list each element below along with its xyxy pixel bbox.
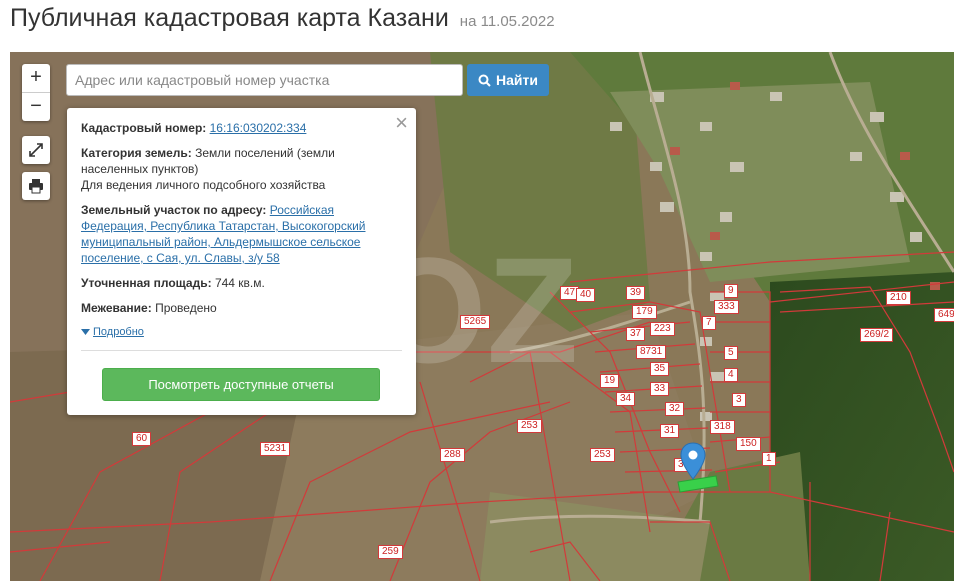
parcel-label: 318 — [710, 420, 735, 434]
parcel-label: 39 — [626, 286, 646, 300]
search-button-label: Найти — [496, 72, 538, 88]
cadastral-number-link[interactable]: 16:16:030202:334 — [210, 121, 307, 135]
parcel-label: 150 — [736, 437, 761, 451]
zoom-in-button[interactable]: + — [22, 64, 50, 92]
fullscreen-button[interactable] — [22, 136, 50, 164]
search-button[interactable]: Найти — [467, 64, 549, 96]
survey-row: Межевание: Проведено — [81, 300, 402, 316]
area-label: Уточненная площадь: — [81, 276, 212, 290]
print-button[interactable] — [22, 172, 50, 200]
view-reports-button[interactable]: Посмотреть доступные отчеты — [102, 368, 380, 401]
parcel-label: 9 — [724, 284, 738, 298]
title-text: Публичная кадастровая карта Казани — [10, 4, 449, 32]
survey-value: Проведено — [155, 301, 217, 315]
parcel-label: 6491 — [934, 308, 954, 322]
parcel-label: 34 — [616, 392, 636, 406]
parcel-label: 3 — [732, 393, 746, 407]
land-category-row: Категория земель: Земли поселений (земли… — [81, 145, 402, 193]
print-icon — [29, 179, 43, 194]
parcel-label: 35 — [650, 362, 670, 376]
parcel-label: 288 — [440, 448, 465, 462]
parcel-label: 253 — [590, 448, 615, 462]
parcel-label: 31 — [660, 424, 680, 438]
parcel-label: 223 — [650, 322, 675, 336]
parcel-label: 60 — [132, 432, 152, 446]
popup-divider — [81, 350, 402, 351]
map-pin-icon[interactable] — [680, 442, 706, 480]
parcel-label: 179 — [632, 305, 657, 319]
search-icon — [478, 74, 491, 87]
parcel-label: 7 — [702, 316, 716, 330]
close-icon[interactable]: × — [395, 112, 408, 134]
parcel-label: 253 — [517, 419, 542, 433]
land-usage-value: Для ведения личного подсобного хозяйства — [81, 178, 326, 192]
survey-label: Межевание: — [81, 301, 152, 315]
details-link[interactable]: Подробно — [81, 324, 402, 340]
title-date: на 11.05.2022 — [459, 13, 555, 30]
triangle-down-icon — [81, 329, 90, 335]
parcel-label: 5231 — [260, 442, 291, 456]
parcel-info-popup: × Кадастровый номер: 16:16:030202:334 Ка… — [67, 108, 416, 415]
parcel-label: 33 — [650, 382, 670, 396]
zoom-out-button[interactable]: − — [22, 92, 50, 121]
search-input[interactable] — [66, 64, 463, 96]
parcel-label: 269/2 — [860, 328, 894, 342]
parcel-label: 37 — [626, 327, 646, 341]
details-link-label: Подробно — [93, 326, 144, 338]
cadastral-number-label: Кадастровый номер: — [81, 121, 207, 135]
map-view[interactable]: OZ 39 179 37 223 8731 35 33 32 31 9 333 … — [10, 52, 954, 581]
parcel-label: 40 — [576, 288, 596, 302]
parcel-label: 5265 — [460, 315, 491, 329]
parcel-label: 333 — [714, 300, 739, 314]
address-row: Земельный участок по адресу: Российская … — [81, 202, 402, 266]
land-category-label: Категория земель: — [81, 146, 192, 160]
expand-icon — [29, 143, 43, 157]
address-label: Земельный участок по адресу: — [81, 203, 267, 217]
parcel-label: 1 — [762, 452, 776, 466]
zoom-control: + − — [22, 64, 50, 121]
parcel-label: 5 — [724, 346, 738, 360]
parcel-label: 19 — [600, 374, 620, 388]
parcel-label: 32 — [665, 402, 685, 416]
page-title: Публичная кадастровая карта Казани на 11… — [10, 4, 555, 33]
cadastral-number-row: Кадастровый номер: 16:16:030202:334 — [81, 120, 402, 136]
parcel-label: 259 — [378, 545, 403, 559]
parcel-label: 8731 — [636, 345, 667, 359]
area-value: 744 кв.м. — [214, 276, 265, 290]
parcel-label: 4 — [724, 368, 738, 382]
area-row: Уточненная площадь: 744 кв.м. — [81, 275, 402, 291]
parcel-label: 210 — [886, 291, 911, 305]
